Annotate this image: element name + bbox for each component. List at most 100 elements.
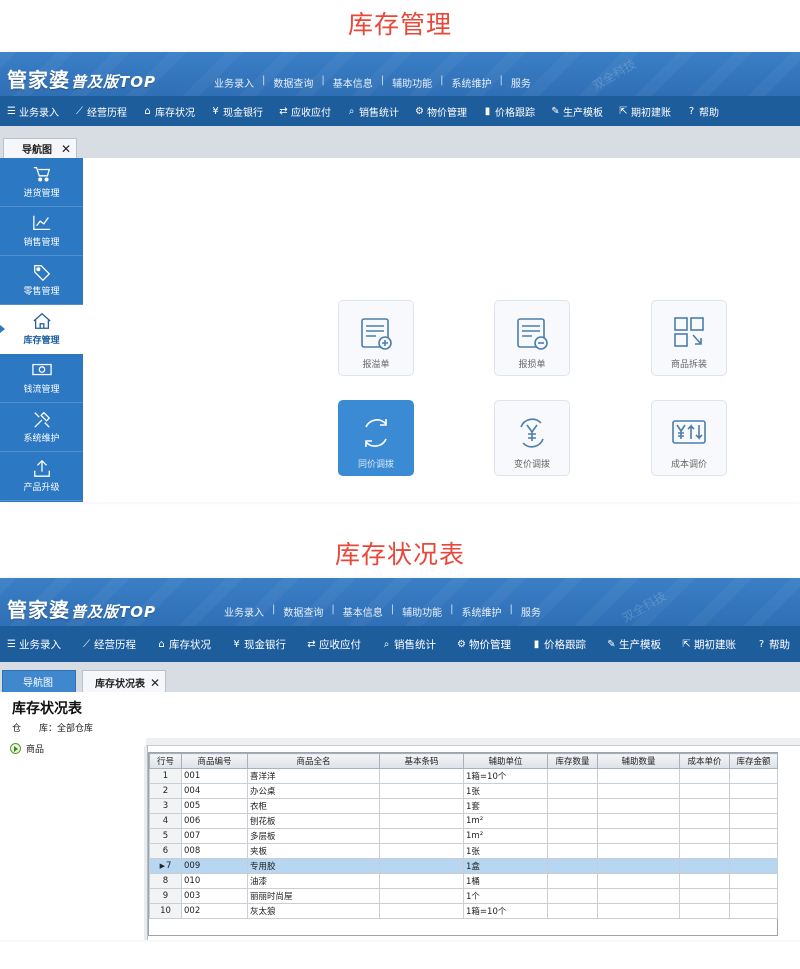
table-cell: 1个 <box>463 888 548 904</box>
table-row[interactable]: 10 002 灰太狼 1箱=10个 <box>149 903 778 919</box>
toolbar-button-5[interactable]: ⌕ 销售统计 <box>361 637 436 652</box>
tree-root-goods[interactable]: 商品 <box>10 742 44 755</box>
toolbar-button-10[interactable]: ? 帮助 <box>736 637 790 652</box>
top-menu-item[interactable]: 业务录入 <box>216 604 272 619</box>
column-header[interactable]: 商品全名 <box>247 753 380 769</box>
app-logo: 管家婆普及版TOP <box>7 598 156 622</box>
tab-inventory-report[interactable]: 库存状况表 ✕ <box>82 670 166 694</box>
cell-text: 1箱=10个 <box>466 907 507 917</box>
toolbar-button-4[interactable]: ⇄ 应收应付 <box>263 104 331 119</box>
top-menu-item[interactable]: 数据查询 <box>275 604 331 619</box>
tile-refresh[interactable]: 同价调拨 <box>338 400 414 476</box>
tile-grid-split[interactable]: 商品拆装 <box>651 300 727 376</box>
toolbar-button-3[interactable]: ¥ 现金银行 <box>211 637 286 652</box>
toolbar-button-0[interactable]: ☰ 业务录入 <box>0 104 59 119</box>
toolbar-button-4[interactable]: ⇄ 应收应付 <box>286 637 361 652</box>
table-row[interactable]: 2 004 办公桌 1张 <box>149 783 778 799</box>
cell-text: 002 <box>184 906 201 916</box>
trend-icon: ⟋ <box>83 638 90 650</box>
toolbar-button-5[interactable]: ⌕ 销售统计 <box>331 104 399 119</box>
toolbar-button-1[interactable]: ⟋ 经营历程 <box>59 104 127 119</box>
toolbar-button-7[interactable]: ▮ 价格跟踪 <box>511 637 586 652</box>
ledger-icon: ☰ <box>7 638 16 650</box>
cash-icon <box>31 363 52 376</box>
table-cell <box>379 798 464 814</box>
column-header[interactable]: 库存数量 <box>547 753 598 769</box>
tile-yen-cycle[interactable]: 变价调拨 <box>494 400 570 476</box>
top-menu-item[interactable]: 基本信息 <box>335 604 391 619</box>
toolbar-button-1[interactable]: ⟋ 经营历程 <box>61 637 136 652</box>
table-row[interactable]: ▶7 009 专用胶 1盒 <box>149 858 778 874</box>
sidebar-item-6[interactable]: 产品升级 <box>0 452 83 501</box>
table-cell <box>729 783 778 799</box>
table-row[interactable]: 4 006 刨花板 1m² <box>149 813 778 829</box>
tab-navigation[interactable]: 导航图 ✕ <box>3 138 77 158</box>
sidebar-item-1[interactable]: 销售管理 <box>0 207 83 256</box>
table-row[interactable]: 1 001 喜洋洋 1箱=10个 <box>149 768 778 784</box>
column-header[interactable]: 基本条码 <box>379 753 464 769</box>
app-logo: 管家婆普及版TOP <box>7 68 156 92</box>
close-icon[interactable]: ✕ <box>61 142 71 156</box>
yen-updown-icon <box>672 420 706 444</box>
table-cell <box>679 858 730 874</box>
tile-document-minus[interactable]: 报损单 <box>494 300 570 376</box>
column-header[interactable]: 库存金额 <box>729 753 778 769</box>
cell-text: 1张 <box>466 847 480 857</box>
toolbar-button-3[interactable]: ¥ 现金银行 <box>195 104 263 119</box>
yen-cycle-icon <box>520 418 544 448</box>
toolbar-button-9[interactable]: ⇱ 期初建账 <box>661 637 736 652</box>
top-menu-item[interactable]: 业务录入 <box>206 75 262 90</box>
table-cell: 002 <box>181 903 248 919</box>
toolbar-label: 销售统计 <box>359 107 399 119</box>
table-cell: 油漆 <box>247 873 380 889</box>
column-header[interactable]: 辅助单位 <box>463 753 548 769</box>
tile-document-add[interactable]: 报溢单 <box>338 300 414 376</box>
toolbar-button-8[interactable]: ✎ 生产模板 <box>535 104 603 119</box>
table-cell <box>729 888 778 904</box>
table-row[interactable]: 5 007 多层板 1m² <box>149 828 778 844</box>
top-menu-item[interactable]: 服务 <box>513 604 549 619</box>
top-menu-item[interactable]: 系统维护 <box>444 75 500 90</box>
toolbar-label: 期初建账 <box>694 638 736 651</box>
table-row[interactable]: 8 010 油漆 1桶 <box>149 873 778 889</box>
toolbar-button-9[interactable]: ⇱ 期初建账 <box>603 104 671 119</box>
toolbar-button-6[interactable]: ⚙ 物价管理 <box>436 637 511 652</box>
column-header[interactable]: 行号 <box>149 753 182 769</box>
splitter-handle[interactable] <box>146 738 800 746</box>
table-cell <box>379 828 464 844</box>
column-header[interactable]: 商品编号 <box>181 753 248 769</box>
table-cell: 夹板 <box>247 843 380 859</box>
table-cell: 2 <box>149 783 182 799</box>
sidebar-item-2[interactable]: 零售管理 <box>0 256 83 305</box>
table-row[interactable]: 6 008 夹板 1张 <box>149 843 778 859</box>
toolbar-button-2[interactable]: ⌂ 库存状况 <box>127 104 195 119</box>
toolbar-button-8[interactable]: ✎ 生产模板 <box>586 637 661 652</box>
table-row[interactable]: 9 003 丽丽时尚屋 1个 <box>149 888 778 904</box>
top-menu-item[interactable]: 辅助功能 <box>384 75 440 90</box>
sidebar-item-4[interactable]: 钱流管理 <box>0 354 83 403</box>
top-menu-item[interactable]: 系统维护 <box>454 604 510 619</box>
table-cell <box>729 903 778 919</box>
column-header[interactable]: 成本单价 <box>679 753 730 769</box>
toolbar-button-10[interactable]: ? 帮助 <box>671 104 719 119</box>
column-header[interactable]: 辅助数量 <box>597 753 680 769</box>
top-menu-item[interactable]: 辅助功能 <box>394 604 450 619</box>
cell-text: 006 <box>184 816 201 826</box>
cell-text: 009 <box>184 861 201 871</box>
top-menu-item[interactable]: 数据查询 <box>265 75 321 90</box>
sidebar-item-0[interactable]: 进货管理 <box>0 158 83 207</box>
sidebar-item-3[interactable]: 库存管理 <box>0 305 83 354</box>
toolbar-button-0[interactable]: ☰ 业务录入 <box>0 637 61 652</box>
close-icon[interactable]: ✕ <box>150 676 160 690</box>
table-row[interactable]: 3 005 衣柜 1套 <box>149 798 778 814</box>
top-menu-item[interactable]: 服务 <box>503 75 539 90</box>
tile-yen-updown[interactable]: 成本调价 <box>651 400 727 476</box>
toolbar-button-7[interactable]: ▮ 价格跟踪 <box>467 104 535 119</box>
tab-navigation[interactable]: 导航图 <box>2 670 76 692</box>
table-cell <box>379 768 464 784</box>
sidebar-item-5[interactable]: 系统维护 <box>0 403 83 452</box>
toolbar-button-6[interactable]: ⚙ 物价管理 <box>399 104 467 119</box>
top-menu-item[interactable]: 基本信息 <box>325 75 381 90</box>
toolbar-button-2[interactable]: ⌂ 库存状况 <box>136 637 211 652</box>
table-cell <box>547 768 598 784</box>
